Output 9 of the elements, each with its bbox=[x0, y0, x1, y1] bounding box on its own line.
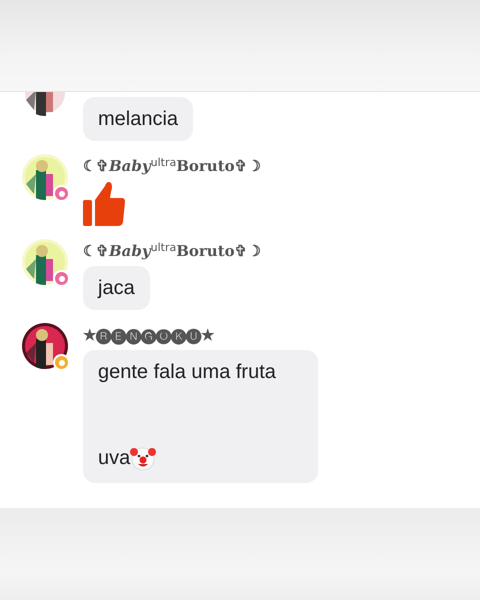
message-text: gente fala uma fruta bbox=[98, 360, 276, 385]
message-text: jaca bbox=[98, 276, 135, 301]
message-text: melancia bbox=[98, 107, 178, 132]
sender-name: ☾✞Baby$^{ultra}$Boruto✞☽ bbox=[83, 241, 261, 261]
clown-face-icon bbox=[130, 445, 156, 471]
sender-name: ★🅡🅔🅝🅖🅞🅚🅤★ bbox=[83, 325, 216, 345]
sender-name: ☾✞Baby$^{ultra}$Boruto✞☽ bbox=[83, 156, 261, 176]
message-text: uva bbox=[98, 446, 130, 471]
thumbs-up-icon bbox=[83, 180, 125, 226]
